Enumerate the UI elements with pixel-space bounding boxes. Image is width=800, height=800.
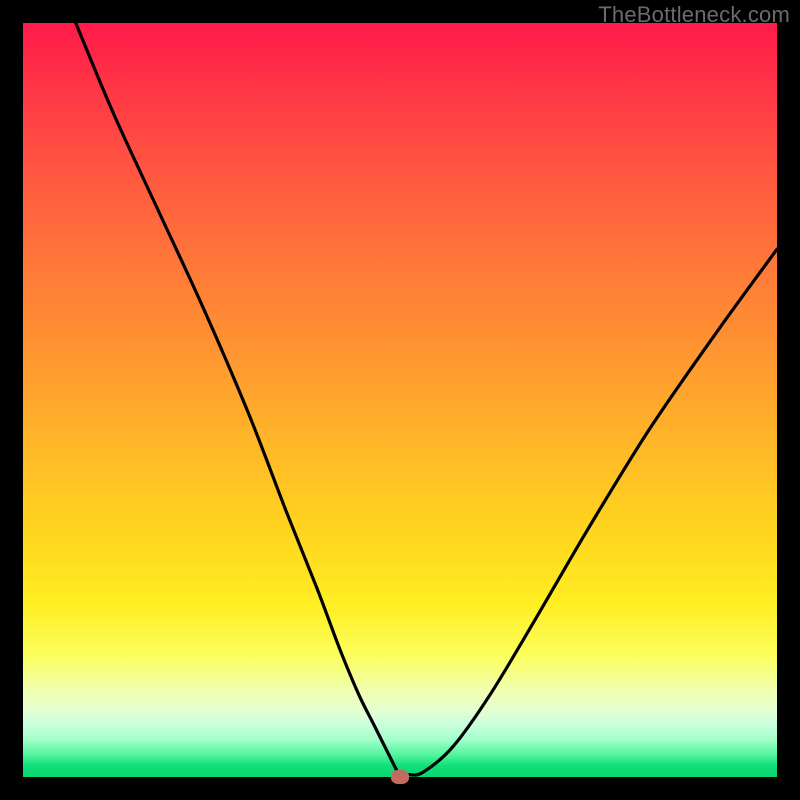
bottleneck-marker-icon <box>391 770 409 784</box>
bottleneck-curve-path <box>76 23 777 777</box>
watermark-text: TheBottleneck.com <box>598 2 790 28</box>
bottleneck-curve-svg <box>23 23 777 777</box>
chart-frame: TheBottleneck.com <box>0 0 800 800</box>
